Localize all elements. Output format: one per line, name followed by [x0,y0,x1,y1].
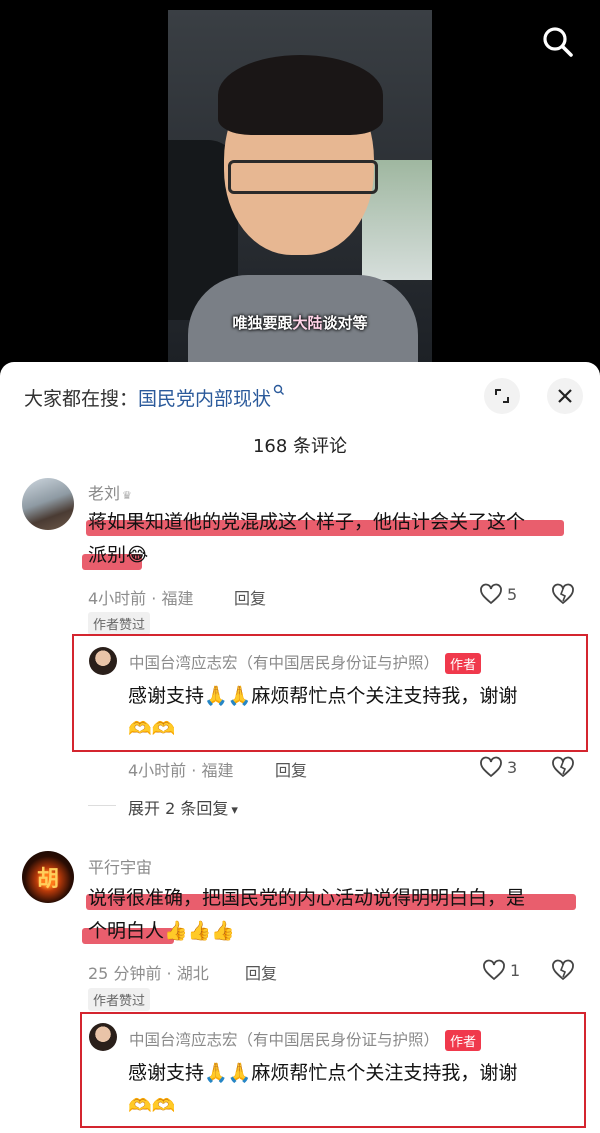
close-icon[interactable] [547,378,583,414]
comment-count: 168 条评论 [252,436,348,457]
reply-button[interactable]: 回复 [275,757,307,781]
video-subtitle: 唯独要跟大陆谈对等 [232,314,368,332]
heart-icon [480,583,502,605]
comment-meta: 25 分钟前 · 湖北 [88,964,209,983]
chevron-down-icon: ▾ [231,803,238,818]
like-button[interactable]: 3 [479,756,517,778]
comment-text: 蒋如果知道他的党混成这个样子，他估计会关了这个 派别😂 [88,511,526,566]
heart-icon [483,959,505,981]
comment-sheet: 大家都在搜：国民党内部现状 168 条评论 老刘 ♛ 蒋如果知道他的党混成这个样子… [0,362,600,1133]
laughing-emoji: 😂 [126,544,149,566]
author-username[interactable]: 中国台湾应志宏（有中国居民身份证与护照） 作者 [129,1028,482,1051]
crown-icon: ♛ [122,489,132,502]
video-frame [168,10,432,362]
dislike-icon[interactable] [551,959,575,985]
avatar[interactable]: 胡 [22,851,74,903]
search-icon[interactable] [538,22,578,62]
comment-username[interactable]: 平行宇宙 [88,854,152,878]
divider [88,805,116,806]
reply-button[interactable]: 回复 [245,960,277,984]
dislike-icon[interactable] [551,756,575,782]
thumbs-up-emoji: 👍👍👍 [164,920,235,942]
expand-replies-button[interactable]: 展开 2 条回复 ▾ [128,795,238,819]
author-badge: 作者 [445,653,482,674]
reply-text: 感谢支持🙏🙏麻烦帮忙点个关注支持我，谢谢 🫶🫶 [128,680,583,746]
comment-meta: 4小时前 · 福建 [88,589,194,608]
search-suggestion[interactable]: 大家都在搜：国民党内部现状 [24,384,285,411]
comment-username[interactable]: 老刘 ♛ [88,480,132,504]
expand-icon[interactable] [484,378,520,414]
search-keyword[interactable]: 国民党内部现状 [138,388,271,410]
author-liked-tag: 作者赞过 [88,988,151,1011]
avatar[interactable] [22,478,74,530]
author-badge: 作者 [445,1030,482,1051]
reply-button[interactable]: 回复 [234,585,266,609]
like-button[interactable]: 5 [479,583,517,605]
speaker-hair [218,55,383,135]
reply-meta: 4小时前 · 福建 [128,761,234,780]
reply-text: 感谢支持🙏🙏麻烦帮忙点个关注支持我，谢谢 🫶🫶 [128,1057,583,1123]
dislike-icon[interactable] [551,583,575,609]
like-button[interactable]: 1 [482,959,520,981]
heart-icon [480,756,502,778]
video-player[interactable]: 唯独要跟大陆谈对等 [0,0,600,362]
heart-hands-emoji: 🫶🫶 [128,718,176,740]
heart-hands-emoji: 🫶🫶 [128,1095,176,1117]
speaker-glasses [228,160,378,194]
author-username[interactable]: 中国台湾应志宏（有中国居民身份证与护照） 作者 [129,651,482,674]
small-search-icon [273,384,285,395]
search-prefix: 大家都在搜： [24,388,139,410]
comment-text: 说得很准确，把国民党的内心活动说得明明白白，是 个明白人👍👍👍 [88,887,526,942]
author-avatar[interactable] [89,647,117,675]
author-avatar[interactable] [89,1023,117,1051]
author-liked-tag: 作者赞过 [88,612,151,635]
